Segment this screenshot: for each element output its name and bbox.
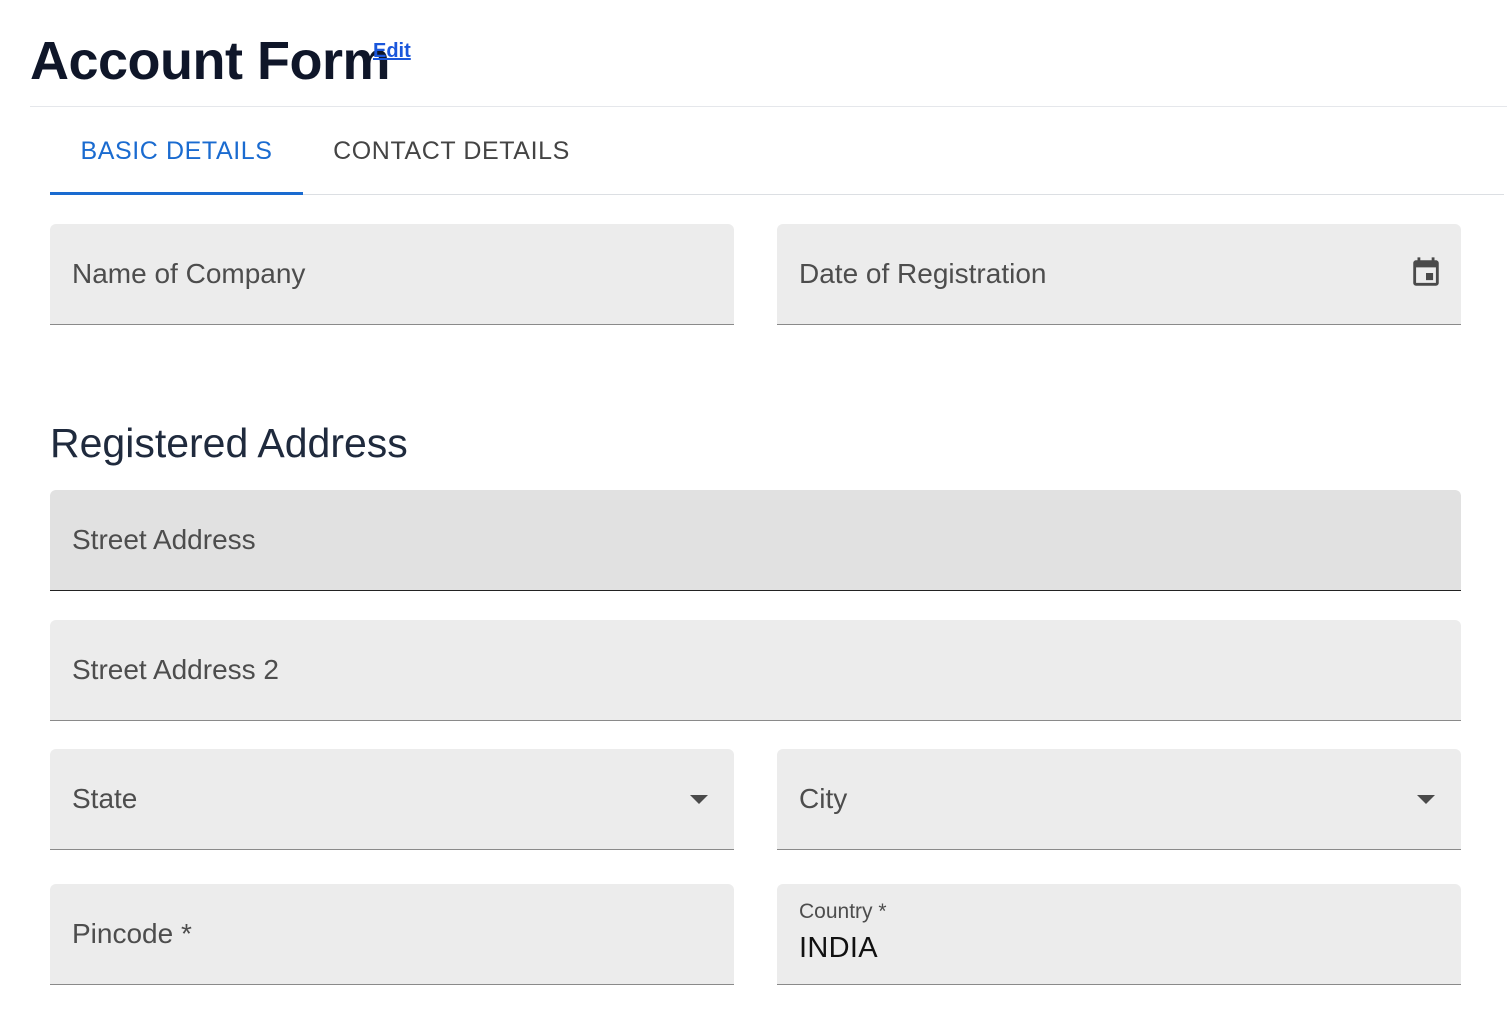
pincode-label: Pincode * [72, 918, 192, 949]
registration-date-field[interactable]: Date of Registration [777, 224, 1461, 325]
active-tab-indicator [50, 192, 303, 195]
pincode-field[interactable]: Pincode * [50, 884, 734, 985]
tab-contact-details[interactable]: CONTACT DETAILS [303, 108, 600, 194]
header-divider [30, 106, 1507, 107]
edit-link[interactable]: Edit [373, 40, 411, 63]
tab-basic-details[interactable]: BASIC DETAILS [50, 108, 303, 194]
tab-bar: BASIC DETAILS CONTACT DETAILS [50, 108, 1504, 195]
country-field[interactable]: Country * INDIA [777, 884, 1461, 985]
chevron-down-icon[interactable] [1417, 795, 1435, 804]
street-address-field[interactable]: Street Address [50, 490, 1461, 591]
city-label: City [799, 783, 848, 814]
state-label: State [72, 783, 138, 814]
street-address-2-field[interactable]: Street Address 2 [50, 620, 1461, 721]
registration-date-label: Date of Registration [799, 258, 1047, 289]
page-title: Account Form [30, 31, 391, 91]
calendar-icon[interactable] [1409, 255, 1443, 291]
street-address-label: Street Address [72, 524, 256, 555]
company-name-label: Name of Company [72, 258, 306, 289]
company-name-field[interactable]: Name of Company [50, 224, 734, 325]
city-select[interactable]: City [777, 749, 1461, 850]
registered-address-heading: Registered Address [50, 420, 408, 466]
country-label: Country * [799, 900, 887, 923]
chevron-down-icon[interactable] [690, 795, 708, 804]
state-select[interactable]: State [50, 749, 734, 850]
street-address-2-label: Street Address 2 [72, 654, 280, 685]
country-value[interactable]: INDIA [799, 932, 878, 965]
